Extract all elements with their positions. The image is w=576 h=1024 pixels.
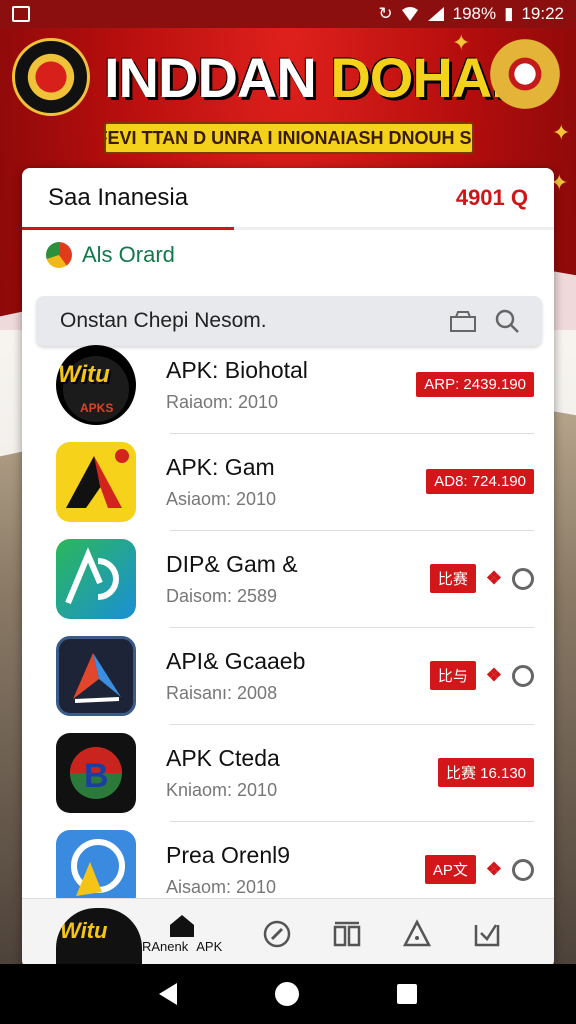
bottom-nav: Witu RAnenk APK xyxy=(22,898,554,968)
refresh-icon[interactable] xyxy=(512,567,534,590)
section-logo-icon xyxy=(46,242,72,268)
signal-icon xyxy=(427,7,444,21)
app-meta: Asiaom: 2010 xyxy=(166,488,277,509)
b-logo-icon: B xyxy=(56,732,136,813)
app-name: APK Cteda xyxy=(166,744,280,771)
crest-left-icon xyxy=(12,38,90,116)
price-tag[interactable]: 比与 xyxy=(429,661,476,690)
active-tab-underline xyxy=(22,227,234,230)
search-input[interactable]: Onstan Chepi Nesom. xyxy=(60,309,267,333)
app-list-card: Saa Inanesia 4901 Q Als Orard Onstan Che… xyxy=(22,168,554,968)
list-item[interactable]: B APK Cteda Kniaom: 2010 比赛 16.130 xyxy=(22,724,554,821)
compass-icon[interactable] xyxy=(262,919,292,949)
card-title: Saa Inanesia xyxy=(48,183,189,211)
app-meta: Aisaom: 2010 xyxy=(166,876,277,897)
price-tag[interactable]: 比赛 xyxy=(429,564,476,593)
app-name: APK: Biohotal xyxy=(166,356,308,383)
app-meta: Raiaom: 2010 xyxy=(166,391,279,412)
clock: 19:22 xyxy=(521,4,564,23)
app-name: Prea Orenl9 xyxy=(166,841,291,868)
price-tag[interactable]: 比赛 16.130 xyxy=(437,758,534,787)
card-topbar: Saa Inanesia 4901 Q xyxy=(22,168,554,230)
app-list: Witu APKS APK: Biohotal Raiaom: 2010 ARP: … xyxy=(22,336,554,918)
header-banner: INDDAN DOHAIN FEVI TTAN D UNRA I INIONAI… xyxy=(0,34,576,164)
gallery-icon xyxy=(12,6,30,22)
svg-text:B: B xyxy=(84,757,109,795)
list-item[interactable]: APK: Gam Asiaom: 2010 AD8: 724.190 xyxy=(22,433,554,530)
app-meta: Daisom: 2589 xyxy=(166,585,278,606)
store-icon[interactable] xyxy=(448,309,478,333)
tag-marker-icon: ❖ xyxy=(485,859,502,879)
list-item[interactable]: API& Gcaaeb Raisanı: 2008 比与 ❖ xyxy=(22,627,554,724)
subtitle-banner: FEVI TTAN D UNRA I INIONAIASH DNOUH S8 xyxy=(104,122,474,154)
arrow-a-icon xyxy=(56,635,136,716)
ap-icon xyxy=(56,538,136,619)
section-header[interactable]: Als Orard xyxy=(22,230,554,280)
home-icon xyxy=(170,915,195,937)
tag-marker-icon: ❖ xyxy=(485,665,502,685)
app-name: DIP& Gam & xyxy=(166,550,298,577)
section-label: Als Orard xyxy=(82,242,175,267)
nav-home[interactable]: RAnenk APK xyxy=(142,913,222,954)
download-icon[interactable] xyxy=(472,919,502,949)
app-meta: Kniaom: 2010 xyxy=(166,779,278,800)
wifi-icon xyxy=(401,7,418,21)
card-right-label[interactable]: 4901 Q xyxy=(456,185,528,211)
back-icon[interactable] xyxy=(159,983,177,1005)
home-button-icon[interactable] xyxy=(275,982,299,1006)
refresh-icon[interactable] xyxy=(512,664,534,687)
battery-icon: ▮ xyxy=(504,4,514,23)
nav-apk-label: APK xyxy=(196,939,223,954)
refresh-icon[interactable] xyxy=(512,858,534,881)
page-title: INDDAN DOHAIN xyxy=(104,46,546,109)
crest-logo-icon: Witu APKS xyxy=(56,344,136,425)
tag-marker-icon: ❖ xyxy=(485,568,502,588)
app-name: API& Gcaaeb xyxy=(166,647,306,674)
recents-icon[interactable] xyxy=(397,984,417,1004)
alert-icon[interactable] xyxy=(402,918,432,949)
price-tag[interactable]: AD8: 724.190 xyxy=(426,469,534,494)
nav-home-label: RAnenk xyxy=(142,939,189,954)
alarm-icon: ↻ xyxy=(378,4,393,23)
brand-logo-icon: Witu xyxy=(56,908,142,964)
app-meta: Raisanı: 2008 xyxy=(166,682,278,703)
game-a-icon xyxy=(56,441,136,522)
garuda-emblem-icon xyxy=(488,38,562,118)
system-nav-bar xyxy=(0,964,576,1024)
battery-level: 198% xyxy=(452,4,497,23)
search-icon[interactable] xyxy=(494,308,520,334)
price-tag[interactable]: AP文 xyxy=(424,855,476,884)
status-bar: ↻ 198% ▮ 19:22 xyxy=(0,0,576,28)
list-item[interactable]: Witu APKS APK: Biohotal Raiaom: 2010 ARP: … xyxy=(22,336,554,433)
apps-grid-icon[interactable] xyxy=(332,919,362,949)
app-name: APK: Gam xyxy=(166,453,275,480)
list-item[interactable]: DIP& Gam & Daisom: 2589 比赛 ❖ xyxy=(22,530,554,627)
price-tag[interactable]: ARP: 2439.190 xyxy=(416,372,534,397)
